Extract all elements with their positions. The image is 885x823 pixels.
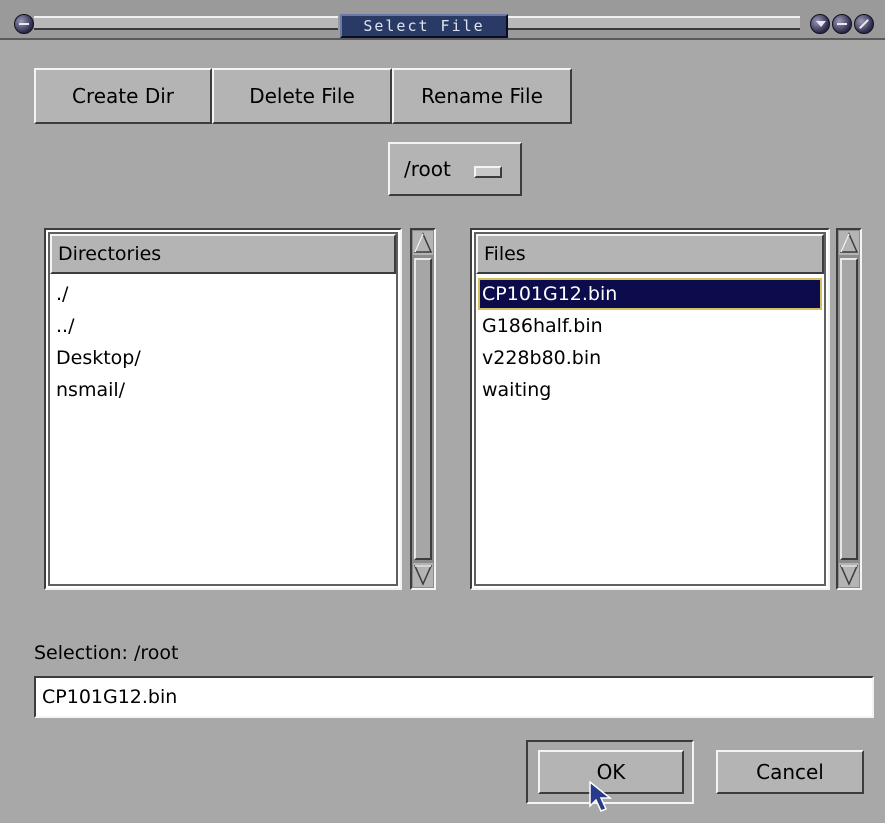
files-items: CP101G12.bin G186half.bin v228b80.bin waiti… (476, 274, 824, 406)
title-bar: Select File (0, 0, 885, 40)
scroll-down-arrow-icon[interactable] (413, 563, 433, 587)
file-list-item[interactable]: G186half.bin (476, 310, 824, 342)
directories-header: Directories (50, 234, 396, 274)
directories-items: ./../Desktop/nsmail/ (50, 274, 396, 406)
file-list-item[interactable]: v228b80.bin (476, 342, 824, 374)
selection-label: Selection: /root (34, 642, 179, 664)
files-scrollbar[interactable] (836, 228, 862, 590)
maximize-icon[interactable] (832, 14, 852, 34)
scroll-down-arrow-icon[interactable] (839, 563, 859, 587)
close-icon[interactable] (854, 14, 874, 34)
window-menu-icon[interactable] (14, 14, 34, 34)
files-list: Files CP101G12.bin G186half.bin v228b80.bi… (470, 228, 830, 590)
selection-input[interactable] (34, 676, 874, 718)
directories-list: Directories ./../Desktop/nsmail/ (44, 228, 402, 590)
cancel-button[interactable]: Cancel (716, 750, 864, 794)
directory-list-item[interactable]: ../ (50, 310, 396, 342)
file-list-item[interactable]: CP101G12.bin (478, 278, 822, 310)
ok-button[interactable]: OK (538, 750, 684, 794)
window-title: Select File (340, 14, 508, 38)
scroll-up-arrow-icon[interactable] (413, 231, 433, 255)
files-header: Files (476, 234, 824, 274)
directory-option-menu[interactable]: /root (388, 142, 522, 196)
create-dir-button[interactable]: Create Dir (34, 68, 212, 124)
title-bar-rail-right (508, 16, 800, 30)
option-menu-indicator-icon (474, 166, 502, 178)
directory-option-value: /root (404, 157, 451, 181)
file-list-item[interactable]: waiting (476, 374, 824, 406)
title-bar-rail-left (34, 16, 338, 30)
directory-list-item[interactable]: ./ (50, 278, 396, 310)
directories-scroll-thumb[interactable] (414, 258, 432, 560)
directories-scrollbar[interactable] (410, 228, 436, 590)
minimize-icon[interactable] (810, 14, 830, 34)
scroll-up-arrow-icon[interactable] (839, 231, 859, 255)
directory-list-item[interactable]: nsmail/ (50, 374, 396, 406)
rename-file-button[interactable]: Rename File (392, 68, 572, 124)
directory-list-item[interactable]: Desktop/ (50, 342, 396, 374)
select-file-dialog: Select File Create Dir Delete File Renam… (0, 0, 885, 823)
files-scroll-thumb[interactable] (840, 258, 858, 560)
delete-file-button[interactable]: Delete File (212, 68, 392, 124)
